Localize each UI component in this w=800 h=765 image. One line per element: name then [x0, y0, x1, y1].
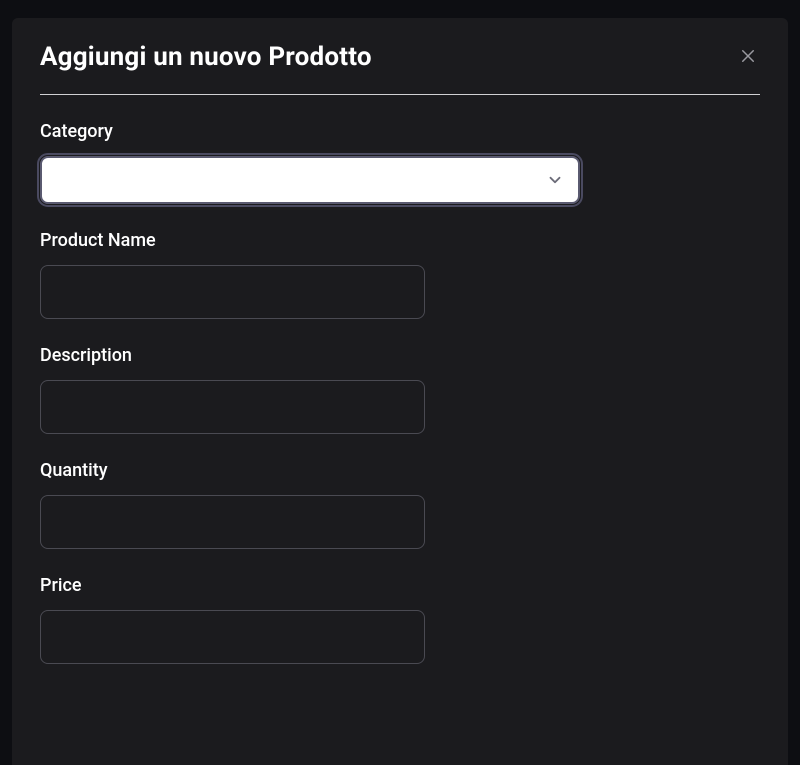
quantity-label: Quantity — [40, 460, 760, 481]
price-input[interactable] — [40, 610, 425, 664]
category-select[interactable] — [40, 156, 580, 204]
close-icon — [739, 47, 757, 68]
modal-header: Aggiungi un nuovo Prodotto — [40, 42, 760, 95]
product-name-label: Product Name — [40, 230, 760, 251]
close-button[interactable] — [736, 45, 760, 69]
description-group: Description — [40, 345, 760, 434]
category-group: Category — [40, 121, 760, 204]
description-label: Description — [40, 345, 760, 366]
product-name-input[interactable] — [40, 265, 425, 319]
product-name-group: Product Name — [40, 230, 760, 319]
description-input[interactable] — [40, 380, 425, 434]
category-select-wrapper — [40, 156, 580, 204]
modal-body: Category Product Name Description Quanti… — [40, 121, 760, 690]
quantity-group: Quantity — [40, 460, 760, 549]
price-group: Price — [40, 575, 760, 664]
modal-title: Aggiungi un nuovo Prodotto — [40, 42, 372, 72]
category-label: Category — [40, 121, 760, 142]
quantity-input[interactable] — [40, 495, 425, 549]
price-label: Price — [40, 575, 760, 596]
add-product-modal: Aggiungi un nuovo Prodotto Category — [12, 18, 788, 765]
